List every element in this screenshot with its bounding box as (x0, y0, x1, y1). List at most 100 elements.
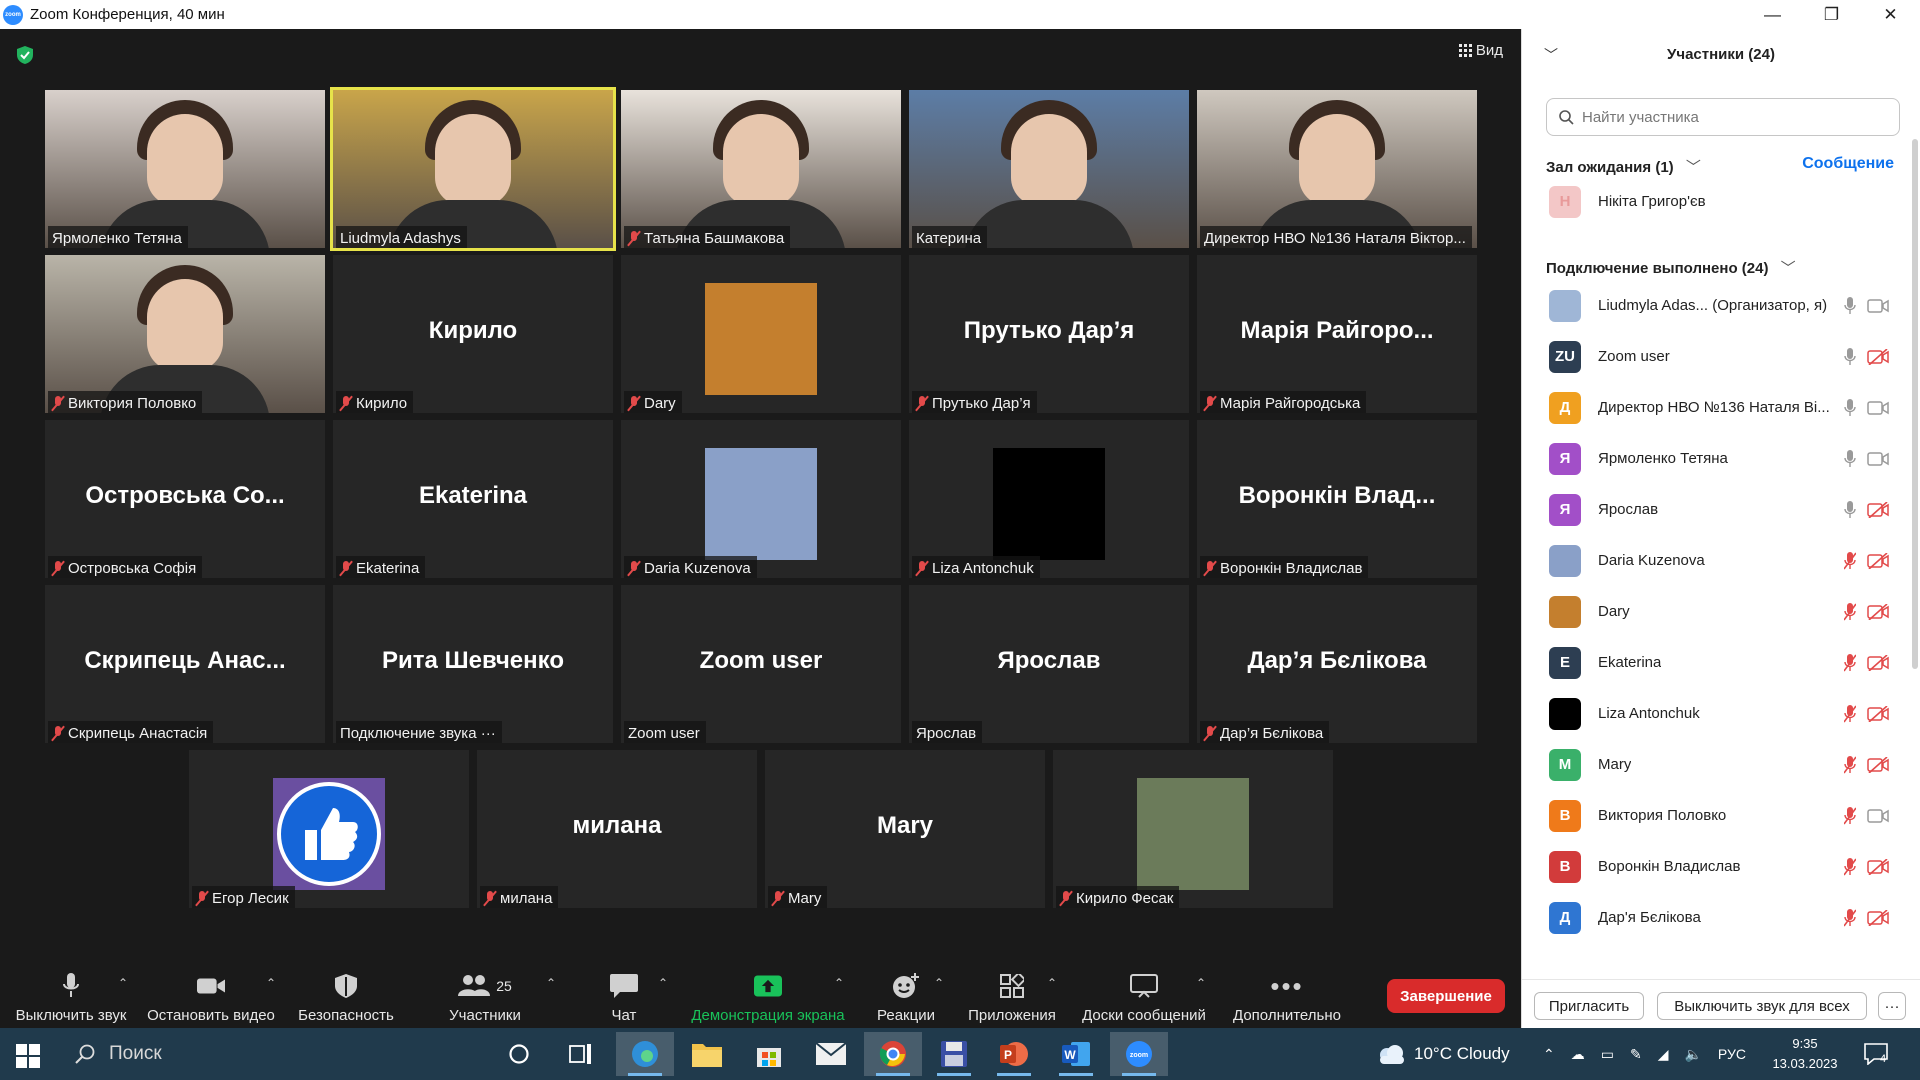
video-off-icon[interactable] (1867, 551, 1889, 570)
pen-icon[interactable]: ✎ (1630, 1046, 1642, 1063)
chrome-icon[interactable] (864, 1032, 922, 1076)
participant-item[interactable]: ZU Zoom user (1522, 331, 1900, 382)
participant-item[interactable]: Я Ярмоленко Тетяна (1522, 433, 1900, 484)
video-tile[interactable]: Dary (621, 255, 901, 413)
search-input[interactable] (1582, 108, 1872, 126)
whiteboards-button[interactable]: Доски сообщений (1076, 960, 1212, 1028)
apps-button[interactable]: Приложения (962, 960, 1062, 1028)
file-explorer-icon[interactable] (678, 1032, 736, 1076)
participant-item[interactable]: Liudmyla Adas... (Организатор, я) (1522, 280, 1900, 331)
connected-header[interactable]: Подключение выполнено (24) ﹀ (1546, 257, 1796, 278)
participant-item[interactable]: Я Ярослав (1522, 484, 1900, 535)
chevron-up-icon[interactable]: ⌃ (1543, 1046, 1555, 1063)
zoom-taskbar-icon[interactable]: zoom (1110, 1032, 1168, 1076)
microphone-icon[interactable] (1844, 449, 1856, 468)
muted-mic-icon[interactable] (1843, 755, 1857, 774)
participant-item[interactable]: E Ekaterina (1522, 637, 1900, 688)
video-camera-icon[interactable] (1867, 298, 1889, 314)
muted-mic-icon[interactable] (1843, 908, 1857, 927)
video-tile[interactable]: милана милана (477, 750, 757, 908)
participants-options-caret[interactable]: ⌃ (546, 976, 556, 990)
video-options-caret[interactable]: ⌃ (266, 976, 276, 990)
share-screen-button[interactable]: Демонстрация экрана (688, 960, 848, 1028)
stop-video-button[interactable]: Остановить видео (146, 960, 276, 1028)
weather-widget[interactable]: 10°C Cloudy (1376, 1028, 1510, 1080)
participant-item[interactable]: В Воронкін Владислав (1522, 841, 1900, 892)
video-off-icon[interactable] (1867, 704, 1889, 723)
video-tile[interactable]: Воронкін Влад... Воронкін Владислав (1197, 420, 1477, 578)
muted-mic-icon[interactable] (1843, 653, 1857, 672)
video-off-icon[interactable] (1867, 347, 1889, 366)
microphone-icon[interactable] (1844, 347, 1856, 366)
share-options-caret[interactable]: ⌃ (834, 976, 844, 990)
end-meeting-button[interactable]: Завершение (1387, 979, 1505, 1013)
video-tile[interactable]: Mary Mary (765, 750, 1045, 908)
edge-browser-icon[interactable] (616, 1032, 674, 1076)
view-button[interactable]: Вид (1458, 42, 1503, 59)
reactions-button[interactable]: Реакции (870, 960, 942, 1028)
video-off-icon[interactable] (1867, 908, 1889, 927)
video-tile[interactable]: Кирило Кирило (333, 255, 613, 413)
chat-button[interactable]: Чат (592, 960, 656, 1028)
clock[interactable]: 9:35 13.03.2023 (1762, 1034, 1848, 1074)
close-button[interactable]: ✕ (1861, 0, 1920, 29)
muted-mic-icon[interactable] (1843, 857, 1857, 876)
taskbar-search[interactable]: Поиск (63, 1034, 483, 1074)
video-tile[interactable]: Марія Райгоро... Марія Райгородська (1197, 255, 1477, 413)
video-tile[interactable]: Кирило Фесак (1053, 750, 1333, 908)
language-indicator[interactable]: РУС (1718, 1046, 1746, 1062)
audio-options-caret[interactable]: ⌃ (118, 976, 128, 990)
maximize-button[interactable]: ❐ (1802, 0, 1861, 29)
panel-more-button[interactable]: ··· (1878, 992, 1906, 1020)
waiting-room-item[interactable]: Н Нікіта Григор'єв (1522, 176, 1900, 227)
participant-search-box[interactable] (1546, 98, 1900, 136)
muted-mic-icon[interactable] (1843, 806, 1857, 825)
participant-item[interactable]: M Mary (1522, 739, 1900, 790)
muted-mic-icon[interactable] (1843, 704, 1857, 723)
microsoft-store-icon[interactable] (740, 1032, 798, 1076)
video-tile[interactable]: Ярослав Ярослав (909, 585, 1189, 743)
participant-list-scrollbar[interactable] (1912, 139, 1918, 669)
video-tile[interactable]: Островська Со... Островська Софія (45, 420, 325, 578)
word-icon[interactable]: W (1047, 1032, 1105, 1076)
video-tile[interactable]: Скрипець Анас... Скрипець Анастасія (45, 585, 325, 743)
video-off-icon[interactable] (1867, 602, 1889, 621)
microphone-icon[interactable] (1844, 398, 1856, 417)
video-tile[interactable]: Ярмоленко Тетяна (45, 90, 325, 248)
video-tile[interactable]: Рита Шевченко Подключение звука ··· (333, 585, 613, 743)
waiting-room-header[interactable]: Зал ожидания (1) ﹀ (1546, 156, 1701, 177)
participants-button[interactable]: 25 Участники (440, 960, 530, 1028)
security-button[interactable]: Безопасность (296, 960, 396, 1028)
volume-icon[interactable]: 🔈 (1684, 1046, 1701, 1063)
video-tile[interactable]: Liudmyla Adashys (330, 87, 616, 251)
more-button[interactable]: ••• Дополнительно (1222, 960, 1352, 1028)
mute-button[interactable]: Выключить звук (10, 960, 132, 1028)
video-camera-icon[interactable] (1867, 400, 1889, 416)
mail-icon[interactable] (802, 1032, 860, 1076)
whiteboards-options-caret[interactable]: ⌃ (1196, 976, 1206, 990)
invite-button[interactable]: Пригласить (1534, 992, 1644, 1020)
chat-options-caret[interactable]: ⌃ (658, 976, 668, 990)
participant-item[interactable]: Daria Kuzenova (1522, 535, 1900, 586)
video-off-icon[interactable] (1867, 500, 1889, 519)
video-tile[interactable]: Катерина (909, 90, 1189, 248)
reactions-options-caret[interactable]: ⌃ (934, 976, 944, 990)
network-alert-icon[interactable]: ☁ (1571, 1046, 1585, 1063)
windows-start-icon[interactable] (16, 1044, 40, 1068)
message-waiting-room-link[interactable]: Сообщение (1802, 155, 1894, 173)
participant-item[interactable]: В Виктория Половко (1522, 790, 1900, 841)
video-tile[interactable]: Liza Antonchuk (909, 420, 1189, 578)
muted-mic-icon[interactable] (1843, 602, 1857, 621)
participant-item[interactable]: Д Дар'я Бєлікова (1522, 892, 1900, 943)
cortana-icon[interactable] (490, 1032, 548, 1076)
task-view-icon[interactable] (552, 1032, 610, 1076)
notifications-icon[interactable]: 4 (1864, 1028, 1888, 1080)
video-camera-icon[interactable] (1867, 808, 1889, 824)
video-off-icon[interactable] (1867, 755, 1889, 774)
video-off-icon[interactable] (1867, 653, 1889, 672)
video-tile[interactable]: Дар’я Бєлікова Дар’я Бєлікова (1197, 585, 1477, 743)
microphone-icon[interactable] (1844, 500, 1856, 519)
powerpoint-icon[interactable]: P (985, 1032, 1043, 1076)
microphone-icon[interactable] (1844, 296, 1856, 315)
mute-all-button[interactable]: Выключить звук для всех (1657, 992, 1867, 1020)
